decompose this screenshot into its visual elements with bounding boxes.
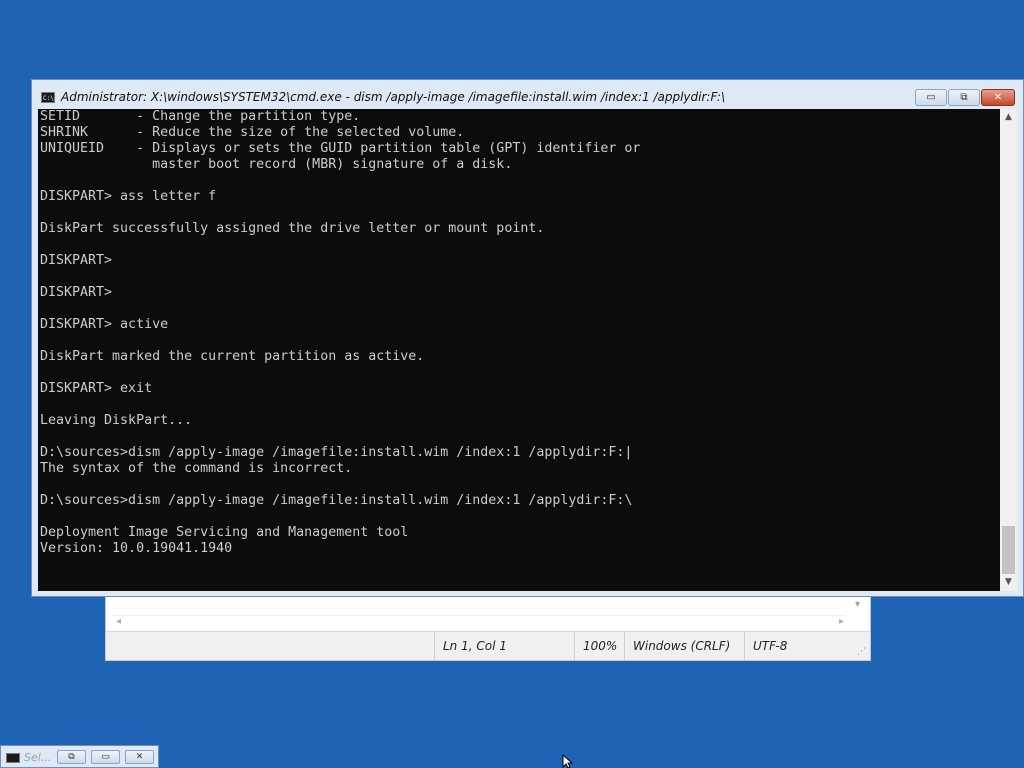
vertical-scrollbar[interactable]: ▲ ▼ [1000,109,1017,591]
minimize-icon: ▭ [926,92,936,103]
maximize-icon: ▭ [101,752,110,762]
scroll-right-icon[interactable]: ▸ [839,616,844,627]
restore-icon: ⧉ [68,752,75,762]
scroll-up-icon[interactable]: ▲ [1000,109,1017,126]
notepad-scroll-down-icon[interactable]: ▾ [855,599,860,610]
minimize-button[interactable]: ▭ [915,89,947,106]
scroll-down-icon[interactable]: ▼ [1000,574,1017,591]
cmd-app-icon[interactable]: C:\. [41,92,57,103]
resize-grip-icon[interactable]: ⋰ [857,647,866,657]
cmd-window: C:\. Administrator: X:\windows\SYSTEM32\… [31,79,1024,597]
restore-button[interactable]: ⧉ [57,750,86,764]
notepad-status-bar: Ln 1, Col 1 100% Windows (CRLF) UTF-8 ⋰ [106,631,870,660]
mouse-cursor-icon [562,754,574,768]
maximize-button[interactable]: ▭ [91,750,120,764]
status-line-endings: Windows (CRLF) [624,632,744,660]
status-zoom: 100% [574,632,624,660]
status-encoding: UTF-8 [744,632,844,660]
scrollbar-thumb[interactable] [1002,526,1015,574]
close-icon: ✕ [135,752,144,762]
title-bar[interactable]: C:\. Administrator: X:\windows\SYSTEM32\… [32,80,1023,110]
close-button[interactable]: ✕ [981,89,1015,106]
status-cursor-position: Ln 1, Col 1 [434,632,574,660]
notepad-window: ▾ ◂ ▸ Ln 1, Col 1 100% Windows (CRLF) UT… [105,596,871,661]
minimized-window[interactable]: Sel... ⧉ ▭ ✕ [0,745,159,768]
close-button[interactable]: ✕ [125,750,154,764]
cmd-app-icon [6,753,20,763]
maximize-button[interactable]: ⧉ [948,89,980,106]
minimized-window-title: Sel... [24,751,52,764]
console-text: SETID - Change the partition type. SHRIN… [40,109,641,556]
console-output[interactable]: SETID - Change the partition type. SHRIN… [38,109,1000,591]
window-title: Administrator: X:\windows\SYSTEM32\cmd.e… [61,90,726,104]
notepad-horizontal-scrollbar[interactable]: ◂ ▸ [112,615,846,630]
close-icon: ✕ [993,92,1003,103]
maximize-icon: ⧉ [960,92,968,103]
scroll-left-icon[interactable]: ◂ [116,616,121,627]
